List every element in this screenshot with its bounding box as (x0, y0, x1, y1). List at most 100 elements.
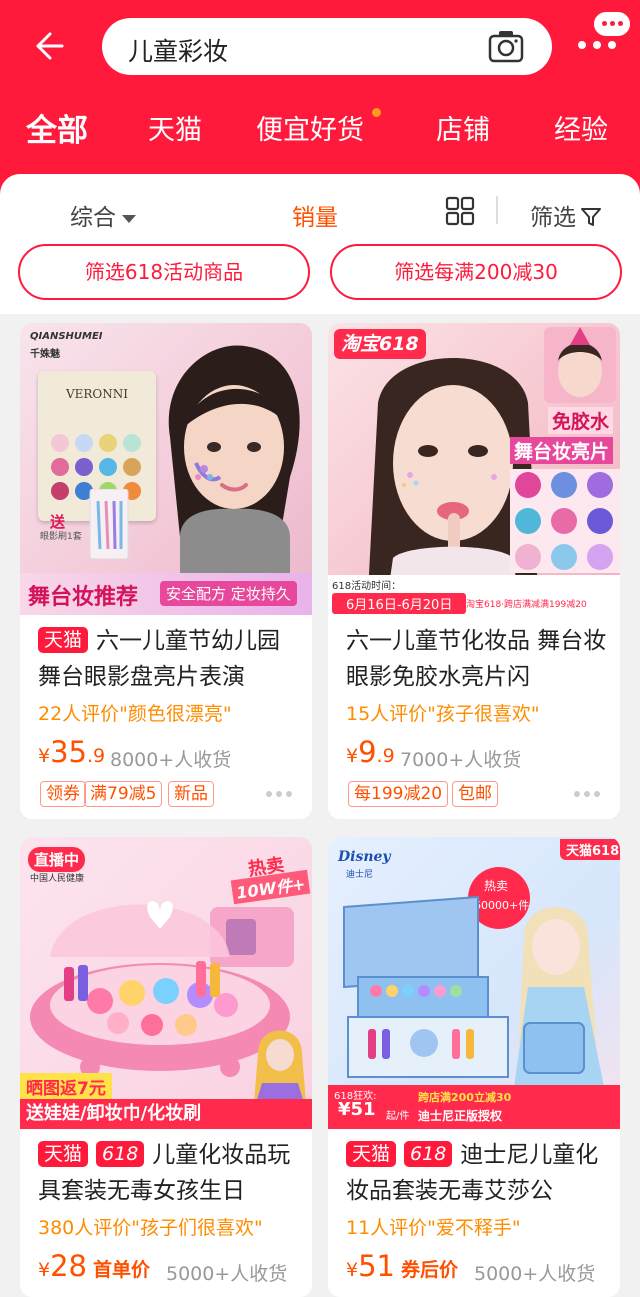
corner-badge: 天猫618 (560, 839, 620, 860)
camera-icon[interactable] (488, 30, 524, 64)
product-card[interactable]: 淘宝618 免胶水 舞台妆亮片 618活动时间： 6月16日-6月20日 淘宝6… (328, 323, 620, 819)
filter-618-button[interactable]: 筛选618活动商品 (18, 244, 310, 300)
sale-auth: 迪士尼正版授权 (418, 1109, 503, 1123)
sold-count: 7000+人收货 (400, 749, 522, 771)
product-image[interactable]: 直播中 中国人民健康 热卖 10W件+ 晒图返7元 送娃娃/卸妆巾/化妆刷 (20, 837, 312, 1129)
event-strip: 618活动时间： 6月16日-6月20日 淘宝618·跨店满减满199减20 (328, 575, 620, 615)
palette-name: VERONNI (65, 387, 129, 401)
review-summary: 11人评价"爱不释手" (346, 1217, 521, 1239)
search-box[interactable]: 儿童彩妆 (102, 18, 552, 75)
glitter-jars (510, 469, 620, 573)
live-badge: 直播中 (28, 847, 86, 872)
product-title[interactable]: 天猫 618 儿童化妆品玩具套装无毒女孩生日 (38, 1137, 302, 1209)
gift-sub-text: 眼影刷1套 (40, 532, 82, 542)
ribbon-2: 送娃娃/卸妆巾/化妆刷 (20, 1099, 312, 1129)
product-title[interactable]: 六一儿童节化妆品 舞台妆眼影免胶水亮片闪 (346, 623, 610, 695)
product-title[interactable]: 天猫 618 迪士尼儿童化妆品套装无毒艾莎公 (346, 1137, 610, 1209)
filter-label: 筛选 (530, 205, 576, 231)
product-card[interactable]: QIANSHUMEI 千姝魅 VERONNI 送 眼影刷1套 舞台妆推荐 安全配… (20, 323, 312, 819)
makeup-case-illustration (343, 895, 604, 1087)
filter-button[interactable]: 筛选 (530, 198, 602, 232)
new-tag: 新品 (168, 781, 214, 807)
review-summary: 22人评价"颜色很漂亮" (38, 703, 232, 725)
sold-count: 8000+人收货 (110, 749, 232, 771)
filter-200-30-button[interactable]: 筛选每满200减30 (330, 244, 622, 300)
price-integer: 35 (50, 735, 87, 769)
category-tabs: 全部 天猫 便宜好货 店铺 经验 (0, 108, 640, 158)
product-title[interactable]: 天猫 六一儿童节幼儿园舞台眼影盘亮片表演 (38, 623, 302, 695)
header: 儿童彩妆 全部 天猫 便宜好货 店铺 经验 (0, 0, 640, 200)
product-image[interactable]: QIANSHUMEI 千姝魅 VERONNI 送 眼影刷1套 舞台妆推荐 安全配… (20, 323, 312, 615)
price-currency: ¥ (346, 745, 359, 767)
tmall-badge: 天猫 (38, 627, 89, 653)
price: ¥28 首单价 (38, 1249, 150, 1283)
event-label: 618活动时间： (332, 581, 402, 592)
product-image[interactable]: 淘宝618 免胶水 舞台妆亮片 618活动时间： 6月16日-6月20日 淘宝6… (328, 323, 620, 615)
price-currency: ¥ (346, 1259, 359, 1281)
child-model-illustration (168, 345, 300, 577)
event-promo: 淘宝618·跨店满减满199减20 (466, 600, 587, 610)
product-card[interactable]: 天猫618 Disney 迪士尼 热卖 60000+件 618狂欢: ¥51 起… (328, 837, 620, 1297)
promo-banner: 舞台妆推荐 安全配方 定妆持久 (20, 573, 312, 615)
banner-tagline: 安全配方 定妆持久 (160, 581, 297, 606)
price-prefix: 券后价 (401, 1259, 459, 1281)
brand-sub-text: 千姝魅 (30, 349, 60, 360)
price: ¥9.9 (346, 735, 395, 769)
more-icon[interactable] (576, 30, 622, 60)
tmall-badge: 天猫 (38, 1141, 89, 1167)
grid-view-icon[interactable] (445, 196, 475, 226)
banner-title: 舞台妆推荐 (28, 585, 139, 610)
product-image[interactable]: 天猫618 Disney 迪士尼 热卖 60000+件 618狂欢: ¥51 起… (328, 837, 620, 1129)
price-integer: 9 (358, 735, 377, 769)
tab-experience[interactable]: 经验 (554, 108, 608, 147)
divider (496, 196, 498, 224)
price-currency: ¥ (38, 1259, 51, 1281)
product-card[interactable]: 直播中 中国人民健康 热卖 10W件+ 晒图返7元 送娃娃/卸妆巾/化妆刷 天猫… (20, 837, 312, 1297)
price-currency: ¥ (38, 745, 51, 767)
search-query[interactable]: 儿童彩妆 (128, 32, 228, 68)
free-shipping-tag: 包邮 (452, 781, 498, 807)
sort-comprehensive-label: 综合 (70, 205, 116, 231)
price-integer: 28 (50, 1249, 87, 1283)
disney-logo: Disney (338, 849, 391, 865)
tmall-badge: 天猫 (346, 1141, 397, 1167)
coupon-tag[interactable]: 领券 (40, 781, 86, 807)
price-integer: 51 (358, 1249, 395, 1283)
brushes-illustration (89, 489, 129, 559)
price-prefix: 首单价 (93, 1259, 151, 1281)
tab-cheap-goods[interactable]: 便宜好货 (256, 108, 364, 147)
618-badge: 618 (96, 1141, 145, 1167)
back-arrow-icon[interactable] (30, 28, 66, 64)
tab-all[interactable]: 全部 (26, 105, 88, 150)
brand-text: QIANSHUMEI (30, 331, 103, 342)
discount-tag: 满79减5 (84, 781, 163, 807)
ribbon-1: 晒图返7元 (20, 1073, 112, 1100)
inset-photo (544, 327, 616, 403)
price-decimal: .9 (376, 745, 395, 767)
caret-down-icon (122, 214, 136, 223)
discount-tag: 每199减20 (348, 781, 449, 807)
new-dot (372, 108, 381, 117)
more-options-icon[interactable] (266, 790, 292, 798)
sort-sales[interactable]: 销量 (292, 198, 338, 232)
review-summary: 380人评价"孩子们很喜欢" (38, 1217, 263, 1239)
event-dates: 6月16日-6月20日 (332, 593, 467, 614)
funnel-icon (581, 208, 601, 226)
sale-strip: 618狂欢: ¥51 起/件 跨店满200立减30 迪士尼正版授权 (328, 1085, 620, 1129)
618-badge: 618 (404, 1141, 453, 1167)
sort-panel: 综合 销量 筛选 筛选618活动商品 筛选每满200减30 (0, 174, 640, 314)
sale-promo: 跨店满200立减30 (418, 1091, 512, 1104)
more-options-icon[interactable] (574, 790, 600, 798)
price: ¥35.9 (38, 735, 105, 769)
review-summary: 15人评价"孩子很喜欢" (346, 703, 540, 725)
tab-tmall[interactable]: 天猫 (148, 108, 202, 147)
sort-comprehensive[interactable]: 综合 (70, 198, 136, 232)
price-decimal: .9 (87, 745, 106, 767)
price: ¥51 券后价 (346, 1249, 458, 1283)
side-label-1: 免胶水 (548, 407, 614, 434)
doll-illustration (254, 1030, 306, 1103)
side-label-2: 舞台妆亮片 (510, 437, 614, 464)
tab-shops[interactable]: 店铺 (436, 108, 490, 147)
sale-unit: 起/件 (386, 1111, 410, 1122)
sale-price: ¥51 (338, 1099, 376, 1120)
